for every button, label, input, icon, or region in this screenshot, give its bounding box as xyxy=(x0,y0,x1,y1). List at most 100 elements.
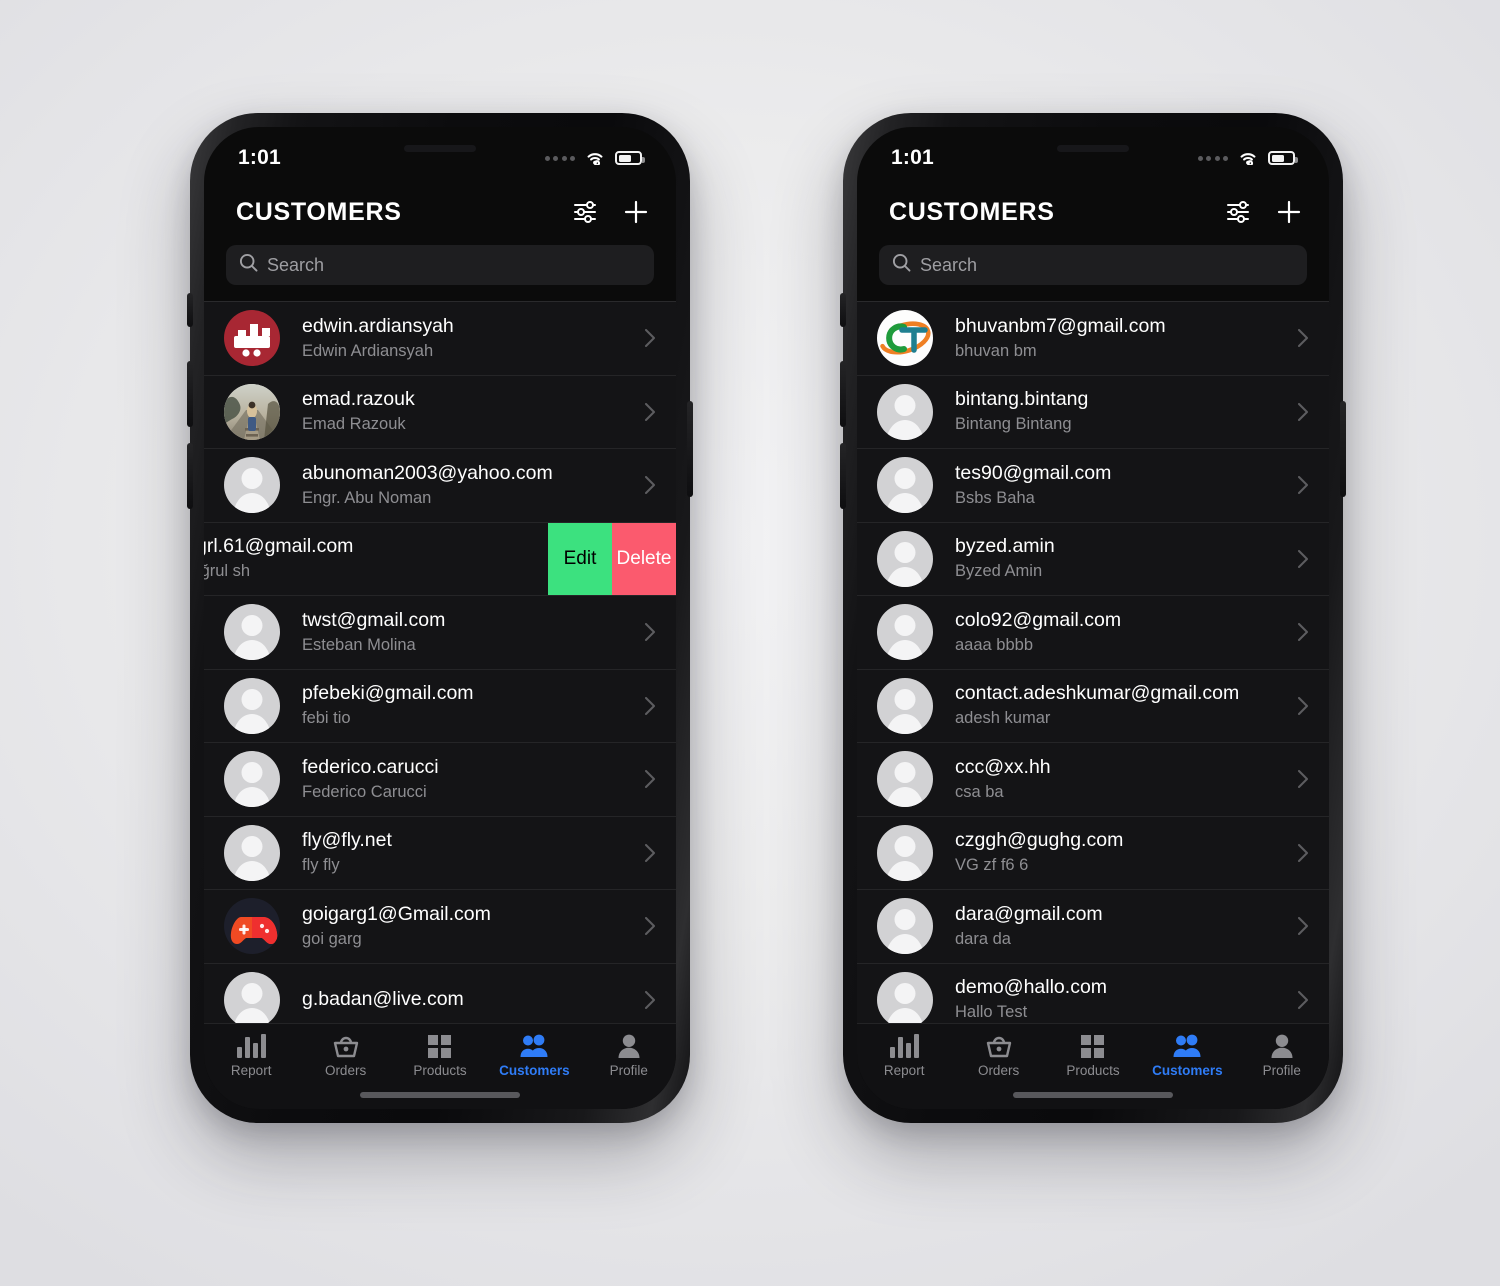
customer-list[interactable]: bhuvanbm7@gmail.com bhuvan bm bintang.bint… xyxy=(857,301,1329,1023)
customer-list-item[interactable]: pfebeki@gmail.com febi tio xyxy=(204,669,676,743)
page-title: CUSTOMERS xyxy=(889,197,1055,226)
power-button[interactable] xyxy=(687,401,693,497)
search-icon xyxy=(239,253,258,277)
customer-list-item[interactable]: abunoman2003@yahoo.com Engr. Abu Noman xyxy=(204,449,676,523)
avatar xyxy=(877,677,933,734)
customer-name: Byzed Amin xyxy=(955,562,1043,581)
search-input[interactable]: Search xyxy=(226,245,654,285)
tab-products[interactable]: Products xyxy=(396,1033,484,1078)
customer-email: ccc@xx.hh xyxy=(955,755,1051,778)
phone-screen: 1:01 CUSTOMERS Search edwin.ardiansyah Edwin… xyxy=(204,127,676,1109)
plus-icon[interactable] xyxy=(1277,200,1301,224)
customer-list-item[interactable]: ccc@xx.hh csa ba xyxy=(857,743,1329,817)
customer-list-item-text: ccc@xx.hh csa ba xyxy=(933,755,1293,804)
tab-report[interactable]: Report xyxy=(860,1033,948,1078)
battery-icon xyxy=(615,151,645,165)
avatar xyxy=(877,751,933,808)
tab-customers[interactable]: Customers xyxy=(1143,1033,1231,1078)
chevron-right-icon xyxy=(1293,916,1313,936)
customer-list-item[interactable]: goigarg1@Gmail.com goi garg xyxy=(204,890,676,964)
customer-email: twst@gmail.com xyxy=(302,608,446,631)
customer-list-item[interactable]: demo@hallo.com Hallo Test xyxy=(857,963,1329,1023)
customer-list-item-text: pfebeki@gmail.com febi tio xyxy=(280,681,640,730)
tab-customers[interactable]: Customers xyxy=(490,1033,578,1078)
chevron-right-icon xyxy=(640,990,660,1010)
nav-header: CUSTOMERS xyxy=(857,183,1329,241)
customer-list-item[interactable]: tes90@gmail.com Bsbs Baha xyxy=(857,449,1329,523)
customer-email: bintang.bintang xyxy=(955,388,1089,411)
chevron-right-icon xyxy=(640,769,660,789)
customer-list-item[interactable]: dara@gmail.com dara da xyxy=(857,890,1329,964)
customer-name: Hallo Test xyxy=(955,1003,1028,1022)
customer-list-item[interactable]: edwin.ardiansyah Edwin Ardiansyah xyxy=(204,302,676,376)
tab-orders[interactable]: Orders xyxy=(302,1033,390,1078)
customer-name: Bsbs Baha xyxy=(955,488,1035,507)
tab-profile[interactable]: Profile xyxy=(1238,1033,1326,1078)
customer-list-item[interactable]: g.badan@live.com xyxy=(204,963,676,1023)
battery-icon xyxy=(1268,151,1298,165)
customer-email: dara@gmail.com xyxy=(955,902,1103,925)
person-icon xyxy=(1271,1033,1293,1058)
customer-email: demo@hallo.com xyxy=(955,976,1108,999)
power-button[interactable] xyxy=(1340,401,1346,497)
chevron-right-icon xyxy=(1293,622,1313,642)
filter-sliders-icon[interactable] xyxy=(1227,201,1249,223)
search-input[interactable]: Search xyxy=(879,245,1307,285)
home-indicator[interactable] xyxy=(360,1092,520,1098)
volume-up-button[interactable] xyxy=(840,361,846,427)
customer-email: byzed.amin xyxy=(955,535,1055,558)
customer-list-item[interactable]: twst@gmail.com Esteban Molina xyxy=(204,596,676,670)
plus-icon[interactable] xyxy=(624,200,648,224)
chevron-right-icon xyxy=(1293,328,1313,348)
chevron-right-icon xyxy=(640,402,660,422)
people-icon xyxy=(1173,1033,1201,1058)
tab-orders[interactable]: Orders xyxy=(955,1033,1043,1078)
customer-name: goi garg xyxy=(302,929,362,948)
tab-label: Orders xyxy=(977,1063,1020,1078)
bottom-tab-bar: Report Orders Products Customers Profile xyxy=(857,1023,1329,1109)
customer-list-item-text: contact.adeshkumar@gmail.com adesh kumar xyxy=(933,681,1293,730)
customer-list[interactable]: edwin.ardiansyah Edwin Ardiansyah emad.raz… xyxy=(204,301,676,1023)
customer-list-item[interactable]: colo92@gmail.com aaaa bbbb xyxy=(857,596,1329,670)
customer-list-item[interactable]: fly@fly.net fly fly xyxy=(204,816,676,890)
customer-list-item[interactable]: grl.61@gmail.comığrul shEditDelete xyxy=(204,522,676,596)
home-indicator[interactable] xyxy=(1013,1092,1173,1098)
customer-email: fly@fly.net xyxy=(302,829,392,852)
customer-name: Edwin Ardiansyah xyxy=(302,341,434,360)
customer-list-item-text: colo92@gmail.com aaaa bbbb xyxy=(933,608,1293,657)
customer-list-item-text: fly@fly.net fly fly xyxy=(280,828,640,877)
customer-list-item-text: czggh@gughg.com VG zf f6 6 xyxy=(933,828,1293,877)
customer-list-item[interactable]: bintang.bintang Bintang Bintang xyxy=(857,375,1329,449)
avatar xyxy=(877,530,933,587)
volume-down-button[interactable] xyxy=(840,443,846,509)
avatar xyxy=(877,383,933,440)
basket-icon xyxy=(333,1033,359,1058)
bar-chart-icon xyxy=(236,1033,266,1058)
tab-products[interactable]: Products xyxy=(1049,1033,1137,1078)
customer-list-item[interactable]: byzed.amin Byzed Amin xyxy=(857,522,1329,596)
tab-profile[interactable]: Profile xyxy=(585,1033,673,1078)
mute-switch[interactable] xyxy=(840,293,846,327)
mute-switch[interactable] xyxy=(187,293,193,327)
avatar xyxy=(877,971,933,1023)
tab-label: Customers xyxy=(1152,1063,1223,1078)
customer-name: febi tio xyxy=(302,709,351,728)
customer-list-item[interactable]: emad.razouk Emad Razouk xyxy=(204,375,676,449)
earpiece-speaker xyxy=(1057,145,1129,152)
delete-button[interactable]: Delete xyxy=(612,522,676,595)
status-bar: 1:01 xyxy=(857,127,1329,183)
bottom-tab-bar: Report Orders Products Customers Profile xyxy=(204,1023,676,1109)
customer-list-item[interactable]: contact.adeshkumar@gmail.com adesh kumar xyxy=(857,669,1329,743)
volume-up-button[interactable] xyxy=(187,361,193,427)
customer-list-item[interactable]: czggh@gughg.com VG zf f6 6 xyxy=(857,816,1329,890)
customer-email: bhuvanbm7@gmail.com xyxy=(955,314,1166,337)
bar-chart-icon xyxy=(889,1033,919,1058)
customer-list-item[interactable]: federico.carucci Federico Carucci xyxy=(204,743,676,817)
edit-button[interactable]: Edit xyxy=(548,522,612,595)
tab-report[interactable]: Report xyxy=(207,1033,295,1078)
filter-sliders-icon[interactable] xyxy=(574,201,596,223)
search-container: Search xyxy=(204,241,676,301)
volume-down-button[interactable] xyxy=(187,443,193,509)
customer-email: emad.razouk xyxy=(302,388,415,411)
customer-list-item[interactable]: bhuvanbm7@gmail.com bhuvan bm xyxy=(857,302,1329,376)
